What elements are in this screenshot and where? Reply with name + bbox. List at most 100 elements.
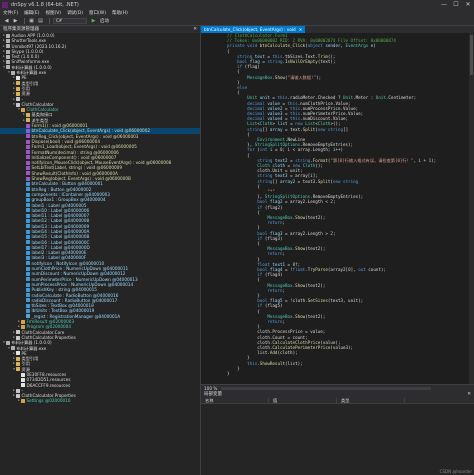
code-token: return	[267, 319, 283, 324]
code-token: []	[262, 126, 270, 132]
save-icon[interactable]: ▤	[37, 18, 44, 25]
code-token: (value3);	[330, 345, 354, 350]
close-icon[interactable]: ✕	[193, 26, 197, 33]
scrollbar-thumb[interactable]	[470, 35, 473, 75]
code-token: (flag2)	[264, 204, 283, 210]
namespace-icon	[16, 393, 20, 398]
zoom-level[interactable]: 100 %	[204, 386, 217, 391]
window-title: dnSpy v6.1.8 (64-bit, .NET)	[11, 1, 79, 8]
code-token: array	[269, 126, 286, 132]
code-token: ;	[282, 220, 286, 226]
code-token: Show	[274, 74, 286, 80]
class-icon	[21, 107, 25, 112]
code-token: (text2);	[305, 246, 326, 252]
field-icon	[26, 293, 30, 298]
code-token: Cloth	[302, 163, 316, 168]
code-token: array2	[279, 178, 298, 184]
code-token: = array2.Length >	[285, 230, 331, 236]
field-icon	[26, 287, 30, 292]
code-token: float	[292, 267, 306, 272]
code-token: .Centimeter;	[385, 95, 417, 101]
menu-edit[interactable]: 编辑(E)	[24, 10, 39, 16]
method-icon	[26, 155, 30, 160]
field-icon	[26, 187, 30, 192]
code-line: }	[227, 371, 230, 377]
maximize-button[interactable]: ☐	[450, 0, 462, 9]
field-icon	[26, 234, 30, 239]
tab-btncalculate-click[interactable]: btnCalculate_Click(object, EventArgs) : …	[201, 26, 306, 33]
code-view[interactable]: // ClothCalculator.Form1// Token: 0x0600…	[201, 33, 474, 384]
column-type[interactable]: 类型	[337, 398, 405, 403]
code-token: string	[343, 178, 359, 184]
code-token: );	[431, 157, 437, 163]
language-select[interactable]: C#	[53, 18, 87, 24]
menu-view[interactable]: 视图(V)	[45, 10, 61, 16]
start-debug-button[interactable]: 启动	[100, 18, 109, 24]
menu-help[interactable]: 帮助(H)	[112, 10, 128, 16]
tree-item-label: Settings @02000010	[26, 398, 71, 404]
code-token: Unit	[375, 95, 386, 101]
code-token: (text2);	[305, 215, 326, 220]
code-token: (flag3)	[264, 235, 283, 241]
code-token: Show	[295, 246, 306, 252]
assembly-icon	[6, 65, 10, 70]
menu-window[interactable]: 窗口(W)	[89, 10, 106, 16]
close-window-button[interactable]: ✕	[462, 0, 474, 9]
editor-status-line: 100 %	[201, 384, 474, 391]
tree-item[interactable]: ▸ Settings @02000010	[0, 398, 200, 403]
field-icon	[26, 192, 30, 197]
toolbar: ◀ ▶ ▣ ▤ C# ▶ 启动	[0, 17, 474, 26]
folder-icon	[16, 356, 20, 361]
method-icon	[26, 123, 30, 128]
close-icon[interactable]: ✕	[467, 391, 471, 398]
code-token: (list);	[285, 360, 303, 366]
code-token: = !cloth.	[285, 298, 308, 304]
menu-debug[interactable]: 调试(D)	[67, 10, 83, 16]
code-token: (array2[	[327, 267, 349, 272]
forward-arrow-icon[interactable]: ▶	[12, 18, 19, 25]
back-arrow-icon[interactable]: ◀	[3, 18, 10, 25]
field-icon	[26, 213, 30, 218]
field-icon	[26, 245, 30, 250]
menu-file[interactable]: 文件(F)	[3, 10, 18, 16]
code-token: []	[343, 126, 349, 132]
start-debug-icon[interactable]: ▶	[90, 18, 97, 25]
assembly-icon	[6, 340, 10, 345]
field-icon	[26, 309, 30, 314]
code-token: return	[267, 220, 283, 226]
menu-bar: 文件(F) 编辑(E) 视图(V) 调试(D) 窗口(W) 帮助(H)	[0, 9, 474, 17]
close-icon[interactable]: ✕	[299, 26, 303, 33]
horizontal-scrollbar[interactable]	[221, 386, 432, 390]
code-token: string	[327, 126, 344, 132]
field-icon	[26, 250, 30, 255]
minimize-button[interactable]: —	[438, 0, 450, 9]
field-icon	[26, 224, 30, 229]
code-token: Split	[302, 126, 316, 132]
code-token: (flag4)	[264, 272, 283, 278]
code-token: ();	[315, 163, 323, 168]
toolbar-separator	[24, 18, 25, 24]
title-bar: dnSpy v6.1.8 (64-bit, .NET) — ☐ ✕	[0, 0, 474, 9]
column-name[interactable]: 名称	[201, 398, 269, 403]
code-token: Show	[295, 282, 306, 288]
code-token: = text3.	[297, 178, 318, 184]
assembly-icon	[6, 44, 10, 49]
class-icon	[21, 324, 25, 329]
code-token: string	[267, 59, 283, 64]
code-token: out	[358, 267, 369, 272]
field-icon	[26, 256, 30, 261]
method-icon	[26, 144, 30, 149]
code-token: ;	[282, 287, 286, 293]
field-icon	[26, 266, 30, 271]
vertical-scrollbar[interactable]	[469, 33, 474, 384]
method-icon	[26, 128, 30, 133]
code-token: sender	[325, 43, 341, 49]
code-token: ;	[332, 199, 336, 205]
open-file-icon[interactable]: ▣	[28, 18, 35, 25]
column-value[interactable]: 值	[269, 398, 337, 403]
method-icon	[26, 171, 30, 176]
field-icon	[26, 219, 30, 224]
method-icon	[26, 150, 30, 155]
code-token: (text);	[317, 59, 336, 64]
code-token: = !	[285, 267, 293, 272]
